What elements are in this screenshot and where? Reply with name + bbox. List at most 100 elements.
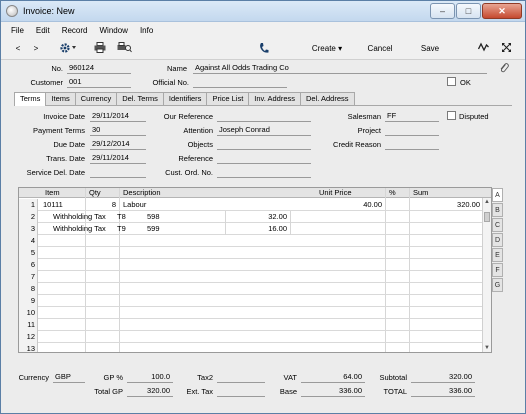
save-button[interactable]: Save: [415, 42, 445, 56]
invoice-rows-grid[interactable]: Item Qty Description Unit Price % Sum 1 …: [18, 187, 492, 353]
side-tab-b[interactable]: B: [492, 203, 503, 217]
table-row[interactable]: 5: [19, 247, 491, 259]
currency-field[interactable]: GBP: [53, 372, 85, 383]
minimize-button[interactable]: –: [430, 3, 455, 19]
cancel-button[interactable]: Cancel: [363, 42, 397, 56]
reference-label: Reference: [178, 154, 213, 163]
amount-cell[interactable]: 16.00: [225, 223, 291, 235]
objects-field[interactable]: [217, 139, 311, 150]
attention-field[interactable]: Joseph Conrad: [217, 125, 311, 136]
grid-scrollbar[interactable]: ▲ ▼: [482, 198, 491, 352]
side-tab-f[interactable]: F: [492, 263, 503, 277]
gear-icon[interactable]: [57, 42, 79, 56]
tax2-field[interactable]: [217, 372, 265, 383]
vat-field[interactable]: 64.00: [301, 372, 365, 383]
tab-currency[interactable]: Currency: [74, 92, 118, 105]
phone-icon[interactable]: [257, 42, 271, 56]
description-cell[interactable]: Labour: [121, 199, 311, 211]
table-row[interactable]: 4: [19, 235, 491, 247]
row-number: 1: [19, 199, 38, 211]
tab-price-list[interactable]: Price List: [206, 92, 250, 105]
table-row[interactable]: 13: [19, 343, 491, 352]
expand-icon[interactable]: [499, 42, 513, 56]
official-number-label: Official No.: [152, 78, 189, 87]
sum-cell[interactable]: 320.00: [409, 199, 483, 211]
menu-edit[interactable]: Edit: [36, 26, 50, 35]
gp-percent-field[interactable]: 100.0: [127, 372, 173, 383]
ext-tax-field[interactable]: [217, 386, 265, 397]
project-field[interactable]: [385, 125, 439, 136]
print-icon[interactable]: [93, 42, 107, 56]
table-row[interactable]: 7: [19, 271, 491, 283]
table-row[interactable]: 12: [19, 331, 491, 343]
official-number-field[interactable]: [193, 77, 287, 88]
create-button[interactable]: Create ▾: [309, 42, 345, 56]
table-row[interactable]: 2 Withholding Tax T8 598 32.00: [19, 211, 491, 223]
table-row[interactable]: 8: [19, 283, 491, 295]
item-cell[interactable]: Withholding Tax: [51, 211, 117, 223]
tab-terms[interactable]: Terms: [14, 92, 47, 106]
row-number: 2: [19, 211, 38, 223]
table-row[interactable]: 3 Withholding Tax T9 599 16.00: [19, 223, 491, 235]
tab-del-address[interactable]: Del. Address: [300, 92, 355, 105]
table-row[interactable]: 9: [19, 295, 491, 307]
tab-identifiers[interactable]: Identifiers: [162, 92, 208, 105]
previous-record-icon[interactable]: <: [13, 42, 23, 56]
menu-file[interactable]: File: [11, 26, 24, 35]
table-row[interactable]: 10: [19, 307, 491, 319]
name-field[interactable]: Against All Odds Trading Co: [193, 63, 487, 74]
table-row[interactable]: 1 10111 8 Labour 40.00 320.00: [19, 199, 491, 211]
scroll-up-icon[interactable]: ▲: [483, 198, 491, 206]
title-bar[interactable]: Invoice: New – □ ✕: [1, 1, 525, 22]
print-preview-icon[interactable]: [116, 42, 132, 56]
scroll-down-icon[interactable]: ▼: [483, 344, 491, 352]
close-button[interactable]: ✕: [482, 3, 522, 19]
our-reference-field[interactable]: [217, 111, 311, 122]
side-tab-e[interactable]: E: [492, 248, 503, 262]
amount-cell[interactable]: 32.00: [225, 211, 291, 223]
menu-info[interactable]: Info: [140, 26, 153, 35]
activity-icon[interactable]: [477, 42, 489, 56]
menu-window[interactable]: Window: [99, 26, 127, 35]
credit-reason-field[interactable]: [385, 139, 439, 150]
item-cell[interactable]: 10111: [41, 199, 85, 211]
column-qty-header: Qty: [89, 188, 101, 197]
description-cell[interactable]: 599: [145, 223, 225, 235]
total-field[interactable]: 336.00: [411, 386, 475, 397]
table-row[interactable]: 6: [19, 259, 491, 271]
column-percent-header: %: [389, 188, 396, 197]
next-record-icon[interactable]: >: [31, 42, 41, 56]
qty-cell[interactable]: 8: [85, 199, 119, 211]
menu-record[interactable]: Record: [62, 26, 88, 35]
salesman-field[interactable]: FF: [385, 111, 439, 122]
side-tab-c[interactable]: C: [492, 218, 503, 232]
maximize-button[interactable]: □: [456, 3, 481, 19]
percent-cell[interactable]: [385, 199, 409, 211]
window-title: Invoice: New: [23, 6, 75, 16]
customer-field[interactable]: 001: [67, 77, 131, 88]
scroll-thumb[interactable]: [484, 212, 490, 222]
tab-inv-address[interactable]: Inv. Address: [248, 92, 301, 105]
cust-ord-no-field[interactable]: [217, 167, 311, 178]
table-row[interactable]: 11: [19, 319, 491, 331]
ok-checkbox[interactable]: [447, 77, 456, 86]
description-cell[interactable]: 598: [145, 211, 225, 223]
side-tab-a[interactable]: A: [492, 188, 503, 202]
attachment-icon[interactable]: [499, 62, 509, 76]
total-gp-field[interactable]: 320.00: [127, 386, 173, 397]
unit-price-cell[interactable]: 40.00: [315, 199, 385, 211]
number-field[interactable]: 960124: [67, 63, 131, 74]
reference-field[interactable]: [217, 153, 311, 164]
side-tab-d[interactable]: D: [492, 233, 503, 247]
item-cell[interactable]: Withholding Tax: [51, 223, 117, 235]
side-tab-g[interactable]: G: [492, 278, 503, 292]
disputed-checkbox[interactable]: [447, 111, 456, 120]
subtotal-field[interactable]: 320.00: [411, 372, 475, 383]
qty-cell[interactable]: T9: [115, 223, 143, 235]
row-number: 12: [19, 331, 38, 343]
base-field[interactable]: 336.00: [301, 386, 365, 397]
tab-items[interactable]: Items: [45, 92, 76, 105]
tab-del-terms[interactable]: Del. Terms: [116, 92, 164, 105]
qty-cell[interactable]: T8: [115, 211, 143, 223]
credit-reason-label: Credit Reason: [333, 140, 381, 149]
